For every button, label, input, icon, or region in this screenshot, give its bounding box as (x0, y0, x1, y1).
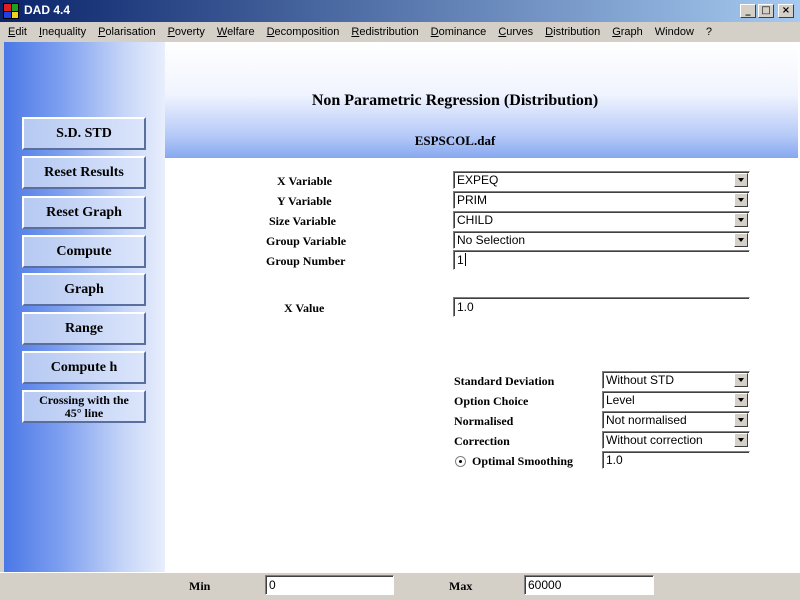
normalised-label: Normalised (454, 414, 514, 428)
compute-button[interactable]: Compute (22, 235, 146, 268)
menu-dominance[interactable]: Dominance (427, 26, 491, 38)
reset-results-button[interactable]: Reset Results (22, 156, 146, 189)
x-variable-select[interactable]: EXPEQ (453, 171, 750, 189)
menu-graph[interactable]: Graph (608, 26, 647, 38)
chevron-down-icon[interactable] (734, 433, 748, 447)
menu-poverty[interactable]: Poverty (164, 26, 209, 38)
correction-select[interactable]: Without correction (602, 431, 750, 449)
menu-inequality[interactable]: Inequality (35, 26, 90, 38)
correction-label: Correction (454, 434, 510, 448)
x-value-label: X Value (284, 301, 325, 315)
menu-polarisation[interactable]: Polarisation (94, 26, 159, 38)
option-choice-select[interactable]: Level (602, 391, 750, 409)
file-name: ESPSCOL.daf (414, 133, 496, 148)
x-variable-label: X Variable (277, 174, 333, 188)
group-variable-select[interactable]: No Selection (453, 231, 750, 249)
chevron-down-icon[interactable] (734, 233, 748, 247)
menu-help[interactable]: ? (702, 26, 716, 38)
size-variable-select[interactable]: CHILD (453, 211, 750, 229)
menu-edit[interactable]: Edit (4, 26, 31, 38)
chevron-down-icon[interactable] (734, 213, 748, 227)
chevron-down-icon[interactable] (734, 373, 748, 387)
compute-h-button[interactable]: Compute h (22, 351, 146, 384)
page-title: Non Parametric Regression (Distribution) (311, 92, 599, 109)
max-label: Max (449, 579, 473, 593)
y-variable-label: Y Variable (277, 194, 332, 208)
minimize-button[interactable]: _ (740, 4, 756, 18)
y-variable-select[interactable]: PRIM (453, 191, 750, 209)
menu-redistribution[interactable]: Redistribution (347, 26, 422, 38)
status-bar: Min 0 Max 60000 (0, 572, 800, 600)
graph-button[interactable]: Graph (22, 273, 146, 306)
min-label: Min (189, 579, 211, 593)
min-input[interactable]: 0 (265, 575, 394, 595)
chevron-down-icon[interactable] (734, 193, 748, 207)
menu-curves[interactable]: Curves (494, 26, 537, 38)
standard-deviation-select[interactable]: Without STD (602, 371, 750, 389)
optimal-smoothing-input[interactable]: 1.0 (602, 451, 750, 469)
menu-welfare[interactable]: Welfare (213, 26, 259, 38)
maximize-button[interactable]: □ (758, 4, 774, 18)
crossing-45-line-button[interactable]: Crossing with the 45° line (22, 390, 146, 423)
sd-std-button[interactable]: S.D. STD (22, 117, 146, 150)
optimal-smoothing-label: Optimal Smoothing (472, 454, 574, 468)
close-button[interactable]: × (778, 4, 794, 18)
normalised-select[interactable]: Not normalised (602, 411, 750, 429)
size-variable-label: Size Variable (269, 214, 337, 228)
app-icon (3, 3, 19, 19)
x-value-input[interactable]: 1.0 (453, 297, 750, 317)
chevron-down-icon[interactable] (734, 173, 748, 187)
max-input[interactable]: 60000 (524, 575, 654, 595)
menu-distribution[interactable]: Distribution (541, 26, 604, 38)
option-choice-label: Option Choice (454, 394, 529, 408)
window-title: DAD 4.4 (24, 3, 71, 17)
chevron-down-icon[interactable] (734, 413, 748, 427)
reset-graph-button[interactable]: Reset Graph (22, 196, 146, 229)
menu-bar: Edit Inequality Polarisation Poverty Wel… (0, 22, 800, 41)
group-number-label: Group Number (266, 254, 346, 268)
standard-deviation-label: Standard Deviation (454, 374, 555, 388)
menu-window[interactable]: Window (651, 26, 698, 38)
menu-decomposition[interactable]: Decomposition (263, 26, 344, 38)
title-bar: DAD 4.4 _ □ × (0, 0, 800, 22)
optimal-smoothing-radio[interactable] (455, 456, 466, 467)
chevron-down-icon[interactable] (734, 393, 748, 407)
group-variable-label: Group Variable (266, 234, 347, 248)
range-button[interactable]: Range (22, 312, 146, 345)
group-number-input[interactable]: 1 (453, 250, 750, 270)
